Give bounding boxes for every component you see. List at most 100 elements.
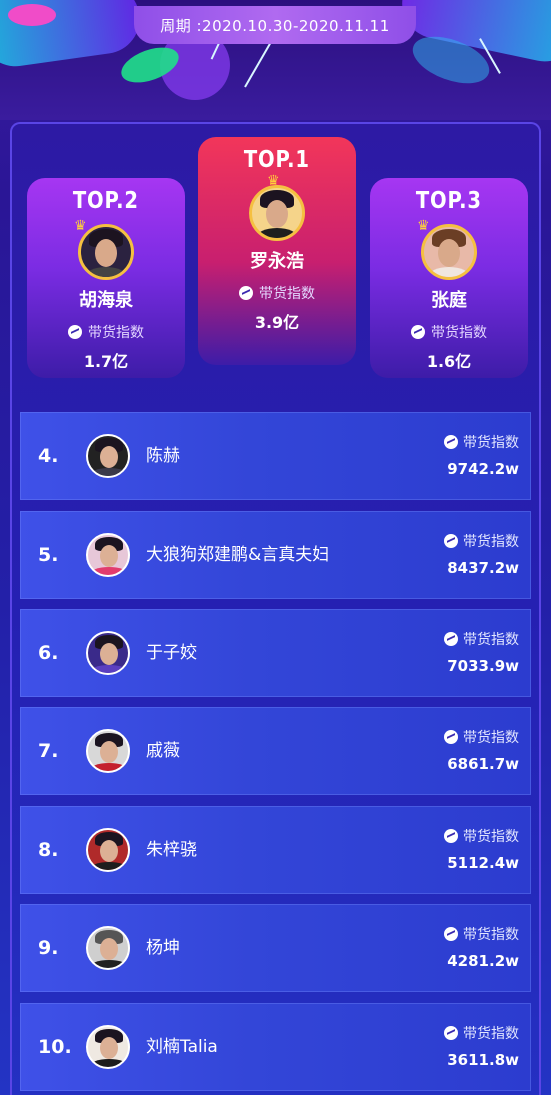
list-item[interactable]: 7. 戚薇 带货指数 6861.7w [20,707,531,795]
trend-icon [444,435,458,449]
avatar-face [95,239,117,267]
metric-value: 3611.8w [447,1051,519,1069]
rank-number: 5. [38,544,59,566]
metric-label-row: 带货指数 [444,727,519,747]
crown-icon: ♛ [417,218,430,234]
avatar-face [100,545,118,567]
podium-card-top2[interactable]: TOP.2 ♛ 胡海泉 带货指数 1.7亿 [27,178,185,378]
list-item[interactable]: 10. 刘楠Talia 带货指数 3611.8w [20,1003,531,1091]
crown-icon: ♛ [74,218,87,234]
metric-label: 带货指数 [88,325,144,341]
metric-label: 带货指数 [463,1026,519,1042]
period-label: 周期 :2020.10.30-2020.11.11 [134,6,416,44]
metric-value: 6861.7w [447,755,519,773]
avatar-shirt [256,228,298,238]
streamer-name: 大狼狗郑建鹏&言真夫妇 [146,545,330,565]
avatar-face [100,840,118,862]
metric-label-row: 带货指数 [444,629,519,649]
avatar-shirt [90,960,128,968]
list-item[interactable]: 8. 朱梓骁 带货指数 5112.4w [20,806,531,894]
avatar [86,533,130,577]
rank-number: 6. [38,642,59,664]
avatar-face [438,239,460,267]
metric-label: 带货指数 [431,325,487,341]
trend-icon [239,286,253,300]
list-item[interactable]: 4. 陈赫 带货指数 9742.2w [20,412,531,500]
rank-number: 4. [38,445,59,467]
metric-label: 带货指数 [463,435,519,451]
streamer-name: 刘楠Talia [146,1037,218,1057]
trend-icon [444,829,458,843]
trend-icon [444,927,458,941]
metric-label-row: 带货指数 [444,432,519,452]
rank-title: TOP.2 [73,188,139,214]
avatar [78,224,134,280]
avatar-shirt [90,763,128,771]
streamer-name: 张庭 [431,290,467,311]
avatar-wrap: ♛ [249,173,305,241]
metric-value: 3.9亿 [254,313,300,332]
metric-label-row: 带货指数 [444,924,519,944]
avatar [86,631,130,675]
list-item[interactable]: 9. 杨坤 带货指数 4281.2w [20,904,531,992]
metric-label: 带货指数 [259,286,315,302]
metric-label-row: 带货指数 [68,322,144,342]
avatar-face [266,200,288,228]
metric-label: 带货指数 [463,829,519,845]
metric-label: 带货指数 [463,632,519,648]
avatar-face [100,1037,118,1059]
avatar-shirt [90,862,128,870]
metric-label-row: 带货指数 [444,826,519,846]
streamer-name: 罗永浩 [250,251,304,272]
metric-label-row: 带货指数 [444,531,519,551]
podium-card-top3[interactable]: TOP.3 ♛ 张庭 带货指数 1.6亿 [370,178,528,378]
trend-icon [444,1026,458,1040]
rank-number: 9. [38,937,59,959]
metric-value: 9742.2w [447,460,519,478]
metric-value: 1.6亿 [426,352,472,371]
streamer-name: 陈赫 [146,446,180,466]
streamer-name: 杨坤 [146,938,180,958]
decor-blob [8,4,56,26]
trend-icon [444,730,458,744]
metric-label: 带货指数 [463,927,519,943]
metric-label: 带货指数 [463,730,519,746]
avatar [86,828,130,872]
streamer-name: 胡海泉 [79,290,133,311]
trend-icon [68,325,82,339]
avatar-shirt [85,267,127,277]
list-item[interactable]: 5. 大狼狗郑建鹏&言真夫妇 带货指数 8437.2w [20,511,531,599]
streamer-name: 朱梓骁 [146,840,197,860]
avatar-shirt [90,665,128,673]
avatar [86,1025,130,1069]
avatar-face [100,741,118,763]
avatar-shirt [90,468,128,476]
avatar [86,434,130,478]
rank-title: TOP.3 [416,188,482,214]
metric-value: 4281.2w [447,952,519,970]
rank-number: 10. [38,1036,72,1058]
avatar [86,729,130,773]
podium-card-top1[interactable]: TOP.1 ♛ 罗永浩 带货指数 3.9亿 [198,137,356,365]
avatar-shirt [428,267,470,277]
avatar-shirt [90,567,128,575]
metric-value: 8437.2w [447,559,519,577]
streamer-name: 于子姣 [146,643,197,663]
avatar-face [100,643,118,665]
avatar-face [100,446,118,468]
metric-value: 1.7亿 [83,352,129,371]
metric-value: 7033.9w [447,657,519,675]
avatar-shirt [90,1059,128,1067]
avatar [249,185,305,241]
metric-label-row: 带货指数 [239,283,315,303]
streamer-name: 戚薇 [146,741,180,761]
list-item[interactable]: 6. 于子姣 带货指数 7033.9w [20,609,531,697]
metric-label-row: 带货指数 [444,1023,519,1043]
avatar-face [100,938,118,960]
rank-number: 7. [38,740,59,762]
avatar-wrap: ♛ [74,218,134,280]
trend-icon [444,534,458,548]
metric-label-row: 带货指数 [411,322,487,342]
metric-value: 5112.4w [447,854,519,872]
avatar [86,926,130,970]
